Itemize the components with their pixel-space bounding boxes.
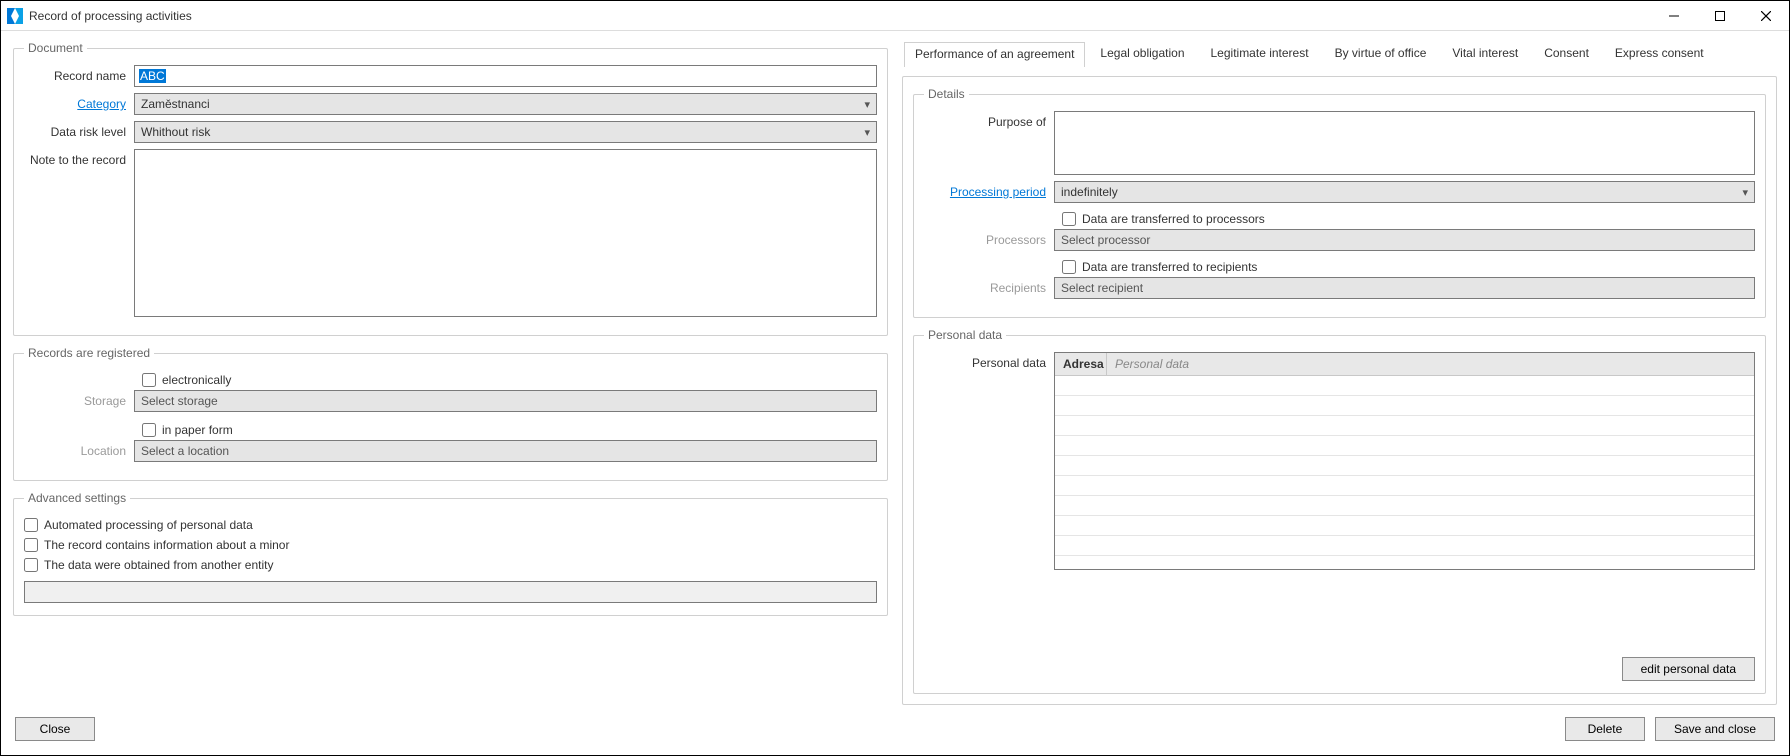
category-label-link[interactable]: Category bbox=[24, 93, 134, 111]
window-title: Record of processing activities bbox=[29, 9, 192, 23]
processing-period-label-link[interactable]: Processing period bbox=[924, 181, 1054, 199]
document-legend: Document bbox=[24, 41, 87, 55]
close-button[interactable]: Close bbox=[15, 717, 95, 741]
details-legend: Details bbox=[924, 87, 969, 101]
advanced-settings-group: Advanced settings Automated processing o… bbox=[13, 491, 888, 616]
minimize-button[interactable] bbox=[1651, 1, 1697, 31]
details-group: Details Purpose of Processing period ind… bbox=[913, 87, 1766, 318]
chevron-down-icon: ▾ bbox=[864, 126, 870, 139]
paper-checkbox[interactable] bbox=[142, 423, 156, 437]
automated-checkbox[interactable] bbox=[24, 518, 38, 532]
title-bar: Record of processing activities bbox=[1, 1, 1789, 31]
advanced-legend: Advanced settings bbox=[24, 491, 130, 505]
other-entity-label: The data were obtained from another enti… bbox=[44, 558, 273, 572]
app-icon bbox=[7, 8, 23, 24]
recipients-placeholder: Select recipient bbox=[1061, 281, 1143, 295]
tab-express-consent[interactable]: Express consent bbox=[1604, 41, 1715, 66]
note-label: Note to the record bbox=[24, 149, 134, 167]
automated-label: Automated processing of personal data bbox=[44, 518, 253, 532]
other-entity-checkbox[interactable] bbox=[24, 558, 38, 572]
transfer-processors-label: Data are transferred to processors bbox=[1082, 212, 1265, 226]
note-textarea[interactable] bbox=[134, 149, 877, 317]
record-name-label: Record name bbox=[24, 65, 134, 83]
location-placeholder: Select a location bbox=[141, 444, 229, 458]
chevron-down-icon: ▾ bbox=[864, 98, 870, 111]
grid-body[interactable] bbox=[1055, 376, 1754, 569]
tab-by-virtue-of-office[interactable]: By virtue of office bbox=[1324, 41, 1438, 66]
personal-data-group: Personal data Personal data Adresa Perso… bbox=[913, 328, 1766, 694]
processors-label: Processors bbox=[924, 229, 1054, 247]
personal-data-label: Personal data bbox=[924, 352, 1054, 370]
category-value: Zaměstnanci bbox=[141, 97, 210, 111]
tab-body: Details Purpose of Processing period ind… bbox=[902, 76, 1777, 705]
bottom-bar: Close Delete Save and close bbox=[1, 709, 1789, 755]
tab-strip: Performance of an agreement Legal obliga… bbox=[902, 41, 1777, 66]
tab-consent[interactable]: Consent bbox=[1533, 41, 1600, 66]
tab-vital-interest[interactable]: Vital interest bbox=[1441, 41, 1529, 66]
electronically-label: electronically bbox=[162, 373, 231, 387]
transfer-processors-checkbox[interactable] bbox=[1062, 212, 1076, 226]
tab-legal-obligation[interactable]: Legal obligation bbox=[1089, 41, 1195, 66]
location-label: Location bbox=[24, 440, 134, 458]
record-name-input[interactable]: ABC bbox=[134, 65, 877, 87]
location-select[interactable]: Select a location bbox=[134, 440, 877, 462]
save-and-close-button[interactable]: Save and close bbox=[1655, 717, 1775, 741]
risk-combo[interactable]: Whithout risk ▾ bbox=[134, 121, 877, 143]
recipients-select[interactable]: Select recipient bbox=[1054, 277, 1755, 299]
other-entity-box bbox=[24, 581, 877, 603]
risk-label: Data risk level bbox=[24, 121, 134, 139]
grid-header-col2: Personal data bbox=[1107, 353, 1754, 376]
purpose-textarea[interactable] bbox=[1054, 111, 1755, 175]
grid-header-col1: Adresa bbox=[1055, 353, 1107, 376]
category-combo[interactable]: Zaměstnanci ▾ bbox=[134, 93, 877, 115]
storage-placeholder: Select storage bbox=[141, 394, 218, 408]
personal-legend: Personal data bbox=[924, 328, 1006, 342]
tab-legitimate-interest[interactable]: Legitimate interest bbox=[1200, 41, 1320, 66]
minor-checkbox[interactable] bbox=[24, 538, 38, 552]
storage-label: Storage bbox=[24, 390, 134, 408]
storage-select[interactable]: Select storage bbox=[134, 390, 877, 412]
recipients-label: Recipients bbox=[924, 277, 1054, 295]
risk-value: Whithout risk bbox=[141, 125, 210, 139]
electronically-checkbox[interactable] bbox=[142, 373, 156, 387]
minor-label: The record contains information about a … bbox=[44, 538, 289, 552]
chevron-down-icon: ▾ bbox=[1742, 186, 1748, 199]
processing-period-value: indefinitely bbox=[1061, 185, 1118, 199]
transfer-recipients-label: Data are transferred to recipients bbox=[1082, 260, 1257, 274]
maximize-button[interactable] bbox=[1697, 1, 1743, 31]
edit-personal-data-button[interactable]: edit personal data bbox=[1622, 657, 1755, 681]
transfer-recipients-checkbox[interactable] bbox=[1062, 260, 1076, 274]
paper-label: in paper form bbox=[162, 423, 233, 437]
records-registered-group: Records are registered electronically St… bbox=[13, 346, 888, 481]
window-controls bbox=[1651, 1, 1789, 31]
document-group: Document Record name ABC Category Zaměst… bbox=[13, 41, 888, 336]
personal-data-grid[interactable]: Adresa Personal data bbox=[1054, 352, 1755, 570]
delete-button[interactable]: Delete bbox=[1565, 717, 1645, 741]
purpose-label: Purpose of bbox=[924, 111, 1054, 129]
processors-select[interactable]: Select processor bbox=[1054, 229, 1755, 251]
processing-period-combo[interactable]: indefinitely ▾ bbox=[1054, 181, 1755, 203]
tab-performance[interactable]: Performance of an agreement bbox=[904, 42, 1085, 67]
processors-placeholder: Select processor bbox=[1061, 233, 1150, 247]
record-name-value: ABC bbox=[139, 69, 166, 83]
close-window-button[interactable] bbox=[1743, 1, 1789, 31]
records-legend: Records are registered bbox=[24, 346, 154, 360]
